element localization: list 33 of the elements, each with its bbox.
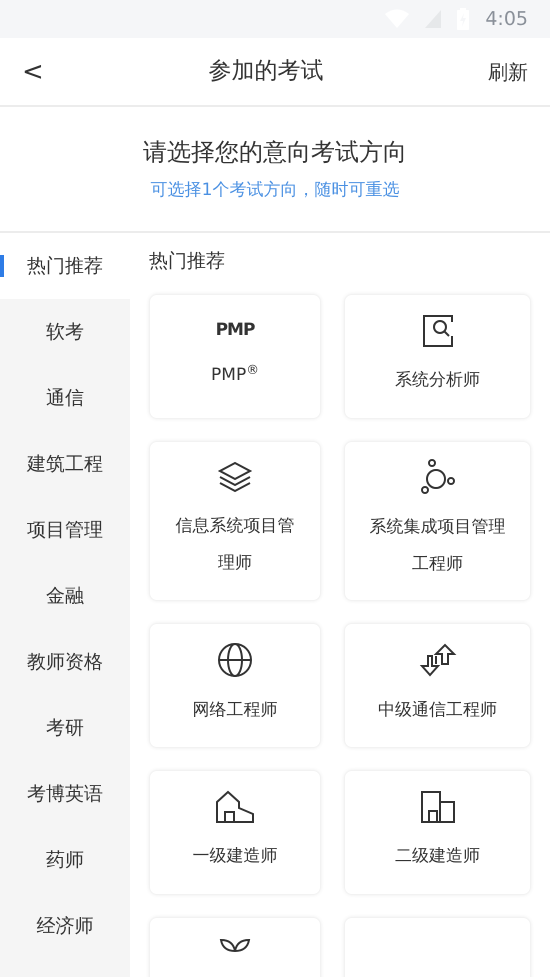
building-icon	[420, 790, 456, 824]
back-button[interactable]: <	[22, 58, 44, 84]
exam-label: 网络工程师	[192, 698, 278, 722]
exam-label: 一级建造师	[192, 844, 278, 868]
page-title: 参加的考试	[208, 57, 324, 86]
status-time: 4:05	[485, 6, 528, 32]
leaf-icon	[219, 938, 251, 952]
exam-card[interactable]: 系统分析师	[344, 294, 531, 418]
exam-label: 系统分析师	[395, 368, 480, 392]
category-tab[interactable]: 热门推荐	[0, 233, 130, 299]
globe-icon	[217, 642, 253, 678]
exam-card[interactable]: 二级建造师	[344, 770, 531, 894]
exam-label: 信息系统项目管理师	[174, 514, 296, 574]
section-title: 热门推荐	[149, 249, 226, 274]
circles-icon	[420, 458, 456, 494]
intro-title: 请选择您的意向考试方向	[143, 137, 407, 168]
intro-subtitle: 可选择1个考试方向，随时可重选	[150, 179, 400, 202]
exam-card[interactable]: PMP PMP$^{®}$	[149, 294, 321, 418]
exam-card[interactable]: 网络工程师	[149, 622, 321, 748]
exam-card[interactable]: 中级通信工程师	[344, 622, 531, 748]
exam-label: 中级通信工程师	[378, 698, 497, 722]
pmp-wordmark: PMP	[216, 318, 254, 342]
layers-icon	[218, 460, 252, 494]
exam-card[interactable]: 系统集成项目管理工程师	[344, 440, 531, 600]
up-down-arrows-icon	[418, 642, 456, 678]
exam-label: PMP$^{®}$	[211, 362, 259, 388]
exam-label: 系统集成项目管理工程师	[368, 516, 506, 576]
exam-card[interactable]: 信息系统项目管理师	[149, 440, 321, 600]
refresh-button[interactable]: 刷新	[488, 62, 528, 82]
search-document-icon	[422, 314, 454, 348]
house-icon	[215, 790, 255, 824]
exam-label: 二级建造师	[395, 844, 480, 868]
exam-card[interactable]: 一级建造师	[149, 770, 321, 894]
